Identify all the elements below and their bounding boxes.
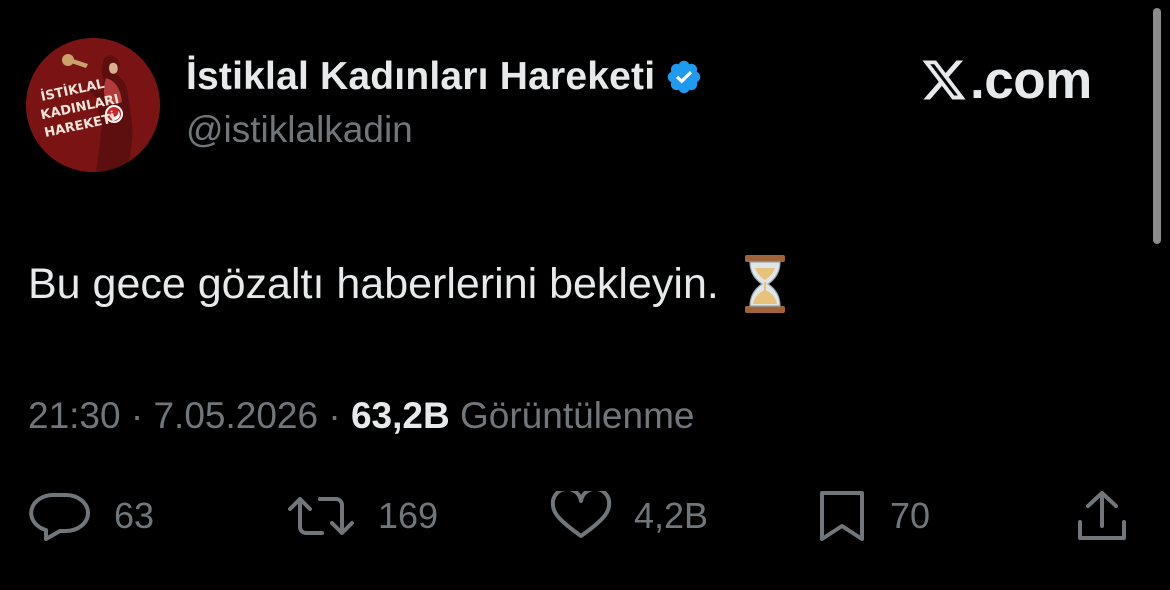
author-display-name[interactable]: İstiklal Kadınları Hareketi xyxy=(186,55,655,99)
meta-separator: · xyxy=(120,395,154,436)
tweet-time[interactable]: 21:30 xyxy=(28,395,121,436)
meta-separator: · xyxy=(318,395,351,436)
views-count: 63,2B xyxy=(350,395,450,436)
reply-button[interactable]: 63 xyxy=(28,486,154,546)
tweet-meta: 21:30 · 7.05.2026 · 63,2B Görüntülenme xyxy=(28,395,694,437)
heart-icon xyxy=(550,491,612,538)
author-handle[interactable]: @istiklalkadin xyxy=(186,109,413,151)
like-button[interactable]: 4,2B xyxy=(550,486,708,546)
reply-count: 63 xyxy=(114,495,155,536)
scrollbar[interactable] xyxy=(1153,8,1161,244)
share-icon xyxy=(1078,491,1126,540)
tweet-text: Bu gece gözaltı haberlerini bekleyin. xyxy=(28,259,719,308)
like-count: 4,2B xyxy=(634,495,709,536)
repost-button[interactable]: 169 xyxy=(286,486,438,546)
views-spacer xyxy=(450,395,460,436)
views-label: Görüntülenme xyxy=(460,395,695,436)
x-logo-icon xyxy=(920,56,968,104)
bookmark-button[interactable]: 70 xyxy=(816,486,930,546)
bookmark-icon xyxy=(820,491,864,541)
avatar-logo-image: İSTİKLAL KADINLARI HAREKETİ xyxy=(26,38,160,172)
tweet-body: Bu gece gözaltı haberlerini bekleyin. xyxy=(28,254,787,314)
bookmark-count: 70 xyxy=(890,495,931,536)
hourglass-icon xyxy=(743,254,787,314)
tweet-action-bar: 63 169 4,2B 70 xyxy=(0,486,1170,546)
repost-icon xyxy=(288,497,354,535)
reply-icon xyxy=(29,492,90,541)
author-name-row[interactable]: İstiklal Kadınları Hareketi xyxy=(186,52,703,102)
repost-count: 169 xyxy=(378,495,439,536)
share-button[interactable] xyxy=(1074,486,1130,546)
tweet-date[interactable]: 7.05.2026 xyxy=(153,395,318,436)
x-com-brand: .com xyxy=(920,50,1092,110)
verified-badge-icon xyxy=(665,58,703,96)
x-com-label: .com xyxy=(970,50,1092,110)
avatar[interactable]: İSTİKLAL KADINLARI HAREKETİ xyxy=(26,38,160,172)
